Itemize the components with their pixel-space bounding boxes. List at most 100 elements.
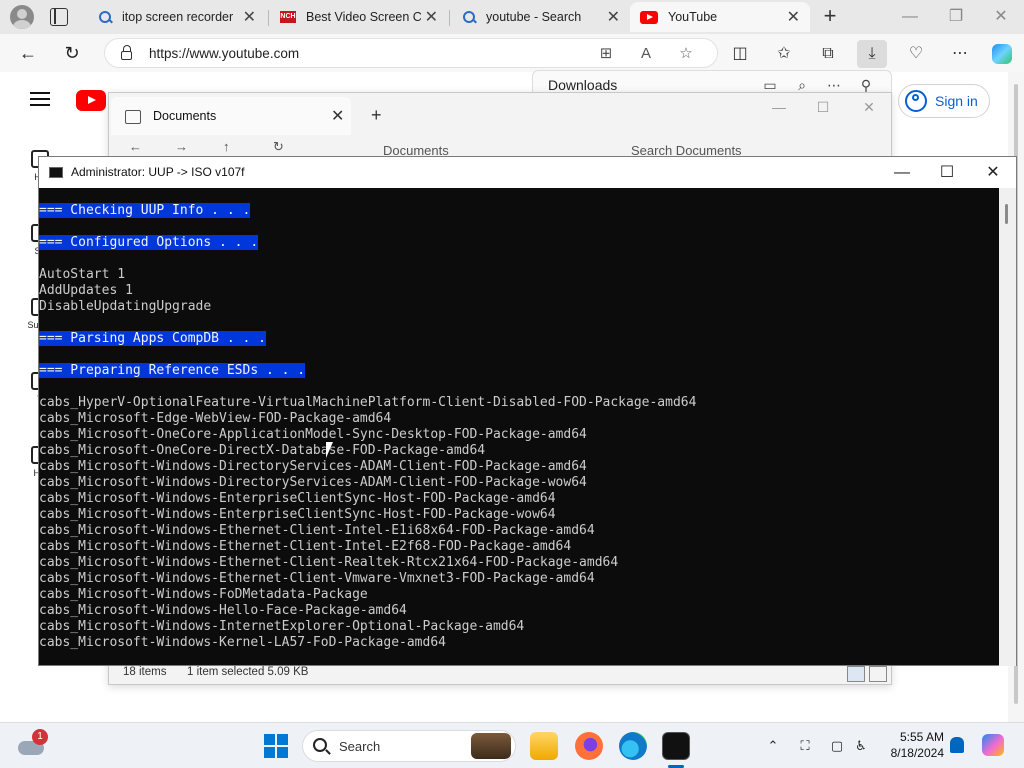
- console-maximize-button[interactable]: ☐: [932, 161, 962, 185]
- search-favicon-icon: [98, 10, 112, 24]
- console-title-bar: Administrator: UUP -> ISO v107f — ☐ ✕: [39, 157, 1016, 188]
- browser-tab-itop[interactable]: itop screen recorder ✕: [88, 2, 266, 32]
- back-button[interactable]: ←: [17, 42, 39, 64]
- close-tab-icon[interactable]: ✕: [243, 7, 256, 27]
- console-line-text: cabs_Microsoft-Windows-EnterpriseClientS…: [39, 507, 556, 522]
- console-line-text: AddUpdates 1: [39, 283, 133, 298]
- start-button[interactable]: [264, 734, 288, 758]
- explorer-breadcrumb[interactable]: Documents: [383, 143, 449, 157]
- edge-taskbar-icon[interactable]: [619, 732, 647, 760]
- tab-title: youtube - Search: [486, 10, 582, 24]
- collections-icon[interactable]: ⧉: [816, 42, 840, 66]
- clock-date: 8/18/2024: [890, 746, 944, 760]
- tab-separator: [268, 10, 269, 26]
- file-explorer-taskbar-icon[interactable]: [530, 732, 558, 760]
- address-bar[interactable]: https://www.youtube.com ⊞ A ☆: [104, 38, 718, 68]
- console-section-header: === Checking UUP Info . . .: [39, 203, 999, 219]
- explorer-forward-icon[interactable]: →: [175, 139, 188, 154]
- console-line: cabs_Microsoft-Windows-DirectoryServices…: [39, 459, 999, 475]
- browser-tab-youtube[interactable]: YouTube ✕: [630, 2, 810, 32]
- console-minimize-button[interactable]: —: [887, 161, 917, 185]
- explorer-refresh-icon[interactable]: ↻: [273, 139, 284, 155]
- console-scrollbar-thumb[interactable]: [1005, 204, 1008, 224]
- copilot-taskbar-icon[interactable]: [982, 734, 1004, 756]
- taskbar-search[interactable]: Search: [302, 730, 516, 762]
- console-section-header: === Configured Options . . .: [39, 235, 999, 251]
- profile-avatar-icon[interactable]: [10, 5, 34, 29]
- console-line: cabs_Microsoft-OneCore-ApplicationModel-…: [39, 427, 999, 443]
- console-line-text: === Configured Options . . .: [39, 235, 259, 250]
- taskbar-search-label: Search: [339, 739, 381, 754]
- lock-icon[interactable]: [121, 45, 132, 60]
- account-icon: [905, 90, 927, 112]
- tiles-view-icon[interactable]: [869, 666, 887, 682]
- explorer-close-button[interactable]: ✕: [855, 99, 883, 116]
- settings-more-icon[interactable]: ⋯: [948, 42, 972, 66]
- network-icon[interactable]: ⛶: [796, 737, 814, 755]
- browser-essentials-icon[interactable]: ♡: [904, 42, 928, 66]
- app-available-icon[interactable]: ⊞: [597, 45, 615, 63]
- console-output[interactable]: === Checking UUP Info . . . === Configure…: [39, 188, 999, 666]
- taskbar: 1 Search ⌃ ⛶ ▢ ♿ 5:55 AM 8/18/2024: [0, 722, 1024, 768]
- youtube-logo-icon[interactable]: [76, 90, 106, 111]
- close-tab-icon[interactable]: ✕: [787, 7, 800, 27]
- browser-tab-best-video[interactable]: NCH Best Video Screen Ca ✕: [270, 2, 448, 32]
- console-line-text: cabs_Microsoft-Windows-Kernel-LA57-FoD-P…: [39, 635, 446, 650]
- show-hidden-icons-icon[interactable]: ⌃: [764, 737, 782, 755]
- downloads-icon[interactable]: ⤓: [857, 40, 887, 68]
- read-aloud-icon[interactable]: A: [637, 45, 655, 63]
- close-tab-icon[interactable]: ✕: [331, 106, 344, 126]
- console-line-text: === Parsing Apps CompDB . . .: [39, 331, 266, 346]
- console-title: Administrator: UUP -> ISO v107f: [71, 165, 245, 179]
- close-tab-icon[interactable]: ✕: [607, 7, 620, 27]
- firefox-taskbar-icon[interactable]: [575, 732, 603, 760]
- console-scrollbar[interactable]: [999, 188, 1016, 666]
- explorer-search-input[interactable]: Search Documents: [631, 143, 742, 157]
- explorer-new-tab-button[interactable]: +: [371, 105, 382, 126]
- split-screen-icon[interactable]: ◫: [728, 42, 752, 66]
- address-text[interactable]: https://www.youtube.com: [149, 46, 299, 61]
- notification-bell-icon[interactable]: [950, 737, 964, 753]
- minimize-browser-button[interactable]: —: [896, 6, 924, 28]
- favorites-icon[interactable]: ✩: [772, 42, 796, 66]
- copilot-icon[interactable]: [992, 44, 1012, 64]
- browser-tab-strip: itop screen recorder ✕ NCH Best Video Sc…: [0, 0, 1024, 34]
- folder-icon: [125, 110, 141, 124]
- explorer-up-icon[interactable]: ↑: [223, 139, 230, 154]
- system-clock[interactable]: 5:55 AM 8/18/2024: [884, 729, 944, 761]
- console-line: AutoStart 1: [39, 267, 999, 283]
- terminal-taskbar-icon[interactable]: [662, 732, 690, 760]
- tab-actions-icon[interactable]: [50, 8, 68, 26]
- menu-icon[interactable]: [30, 92, 50, 106]
- sign-in-button[interactable]: Sign in: [898, 84, 990, 118]
- refresh-button[interactable]: ↻: [61, 42, 83, 64]
- console-line-text: cabs_Microsoft-OneCore-ApplicationModel-…: [39, 427, 587, 442]
- maximize-browser-button[interactable]: ❐: [942, 6, 970, 28]
- close-tab-icon[interactable]: ✕: [425, 7, 438, 27]
- explorer-maximize-button[interactable]: ☐: [809, 99, 837, 116]
- weather-widget[interactable]: 1: [18, 729, 48, 757]
- console-line: cabs_Microsoft-Windows-Ethernet-Client-I…: [39, 523, 999, 539]
- close-browser-button[interactable]: ✕: [987, 6, 1015, 28]
- tab-title: itop screen recorder: [122, 10, 234, 24]
- explorer-tab-documents[interactable]: Documents ✕: [111, 97, 351, 135]
- console-line-text: cabs_Microsoft-Windows-DirectoryServices…: [39, 459, 587, 474]
- console-section-header: === Parsing Apps CompDB . . .: [39, 331, 999, 347]
- console-line-text: cabs_Microsoft-Windows-Ethernet-Client-I…: [39, 539, 572, 554]
- console-section-header: === Preparing Reference ESDs . . .: [39, 363, 999, 379]
- console-close-button[interactable]: ✕: [978, 161, 1008, 185]
- accessibility-icon[interactable]: ♿: [852, 737, 870, 755]
- console-line: cabs_Microsoft-Windows-Ethernet-Client-R…: [39, 555, 999, 571]
- console-line-text: cabs_Microsoft-OneCore-DirectX-Database-…: [39, 443, 486, 458]
- details-view-icon[interactable]: [847, 666, 865, 682]
- browser-tab-youtube-search[interactable]: youtube - Search ✕: [452, 2, 630, 32]
- display-icon[interactable]: ▢: [828, 737, 846, 755]
- favorite-star-icon[interactable]: ☆: [677, 45, 695, 63]
- item-count: 18 items: [123, 666, 167, 678]
- windows-logo-pane: [264, 734, 275, 745]
- explorer-minimize-button[interactable]: —: [765, 99, 793, 115]
- new-tab-button[interactable]: +: [818, 5, 842, 29]
- explorer-back-icon[interactable]: ←: [129, 139, 142, 154]
